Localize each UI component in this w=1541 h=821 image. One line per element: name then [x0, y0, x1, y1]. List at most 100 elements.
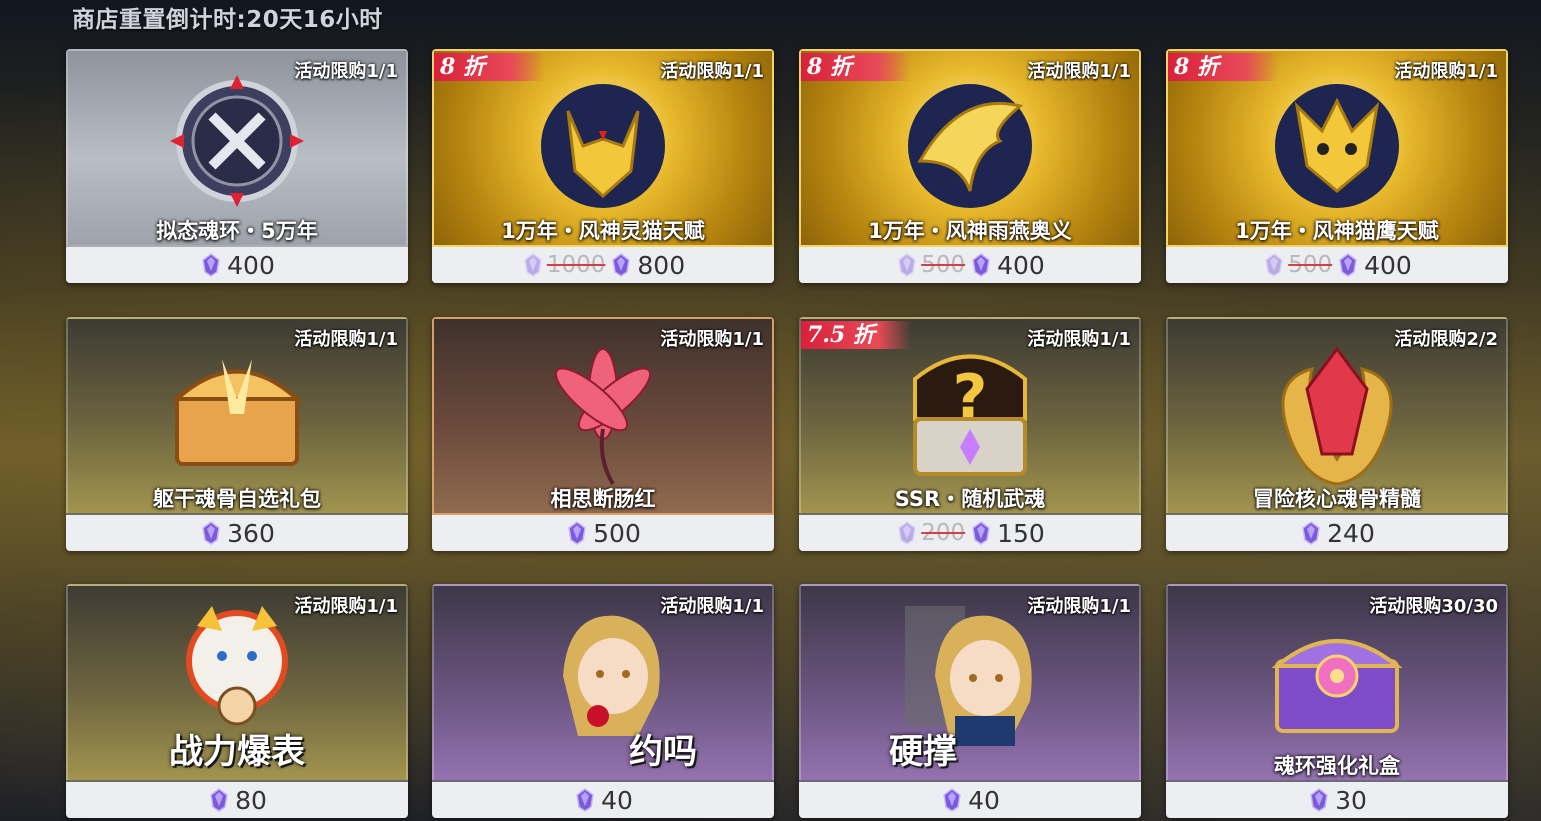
price-value: 360 — [227, 518, 275, 548]
purchase-limit-label: 活动限购1/1 — [294, 596, 398, 617]
price-bar[interactable]: 200 150 — [799, 515, 1141, 551]
price-bar[interactable]: 1000 800 — [432, 247, 774, 283]
soul-gem-icon — [1339, 253, 1357, 277]
soul-gem-icon — [202, 253, 220, 277]
price-value: 240 — [1327, 518, 1375, 548]
soul-gem-icon — [943, 788, 961, 812]
price-bar[interactable]: 40 — [799, 782, 1141, 818]
price-bar[interactable]: 360 — [66, 515, 408, 551]
item-art: 活动限购1/1 相思断肠红 — [432, 317, 774, 515]
tiger-sticker-icon — [152, 606, 322, 740]
item-name: SSR・随机武魂 — [894, 487, 1046, 511]
price-bar[interactable]: 400 — [66, 247, 408, 283]
discount-badge: 8 折 — [434, 53, 544, 81]
price-value: 30 — [1335, 785, 1367, 815]
shop-item-card[interactable]: 活动限购1/1 约吗 40 — [432, 584, 774, 818]
price-value: 150 — [997, 518, 1045, 548]
discount-badge: 8 折 — [801, 53, 911, 81]
shop-item-card[interactable]: 8 折 活动限购1/1 1万年・风神猫鹰天赋 500 400 — [1166, 49, 1508, 283]
soul-gem-icon — [898, 521, 917, 545]
item-name: 1万年・风神雨燕奥义 — [868, 219, 1072, 243]
item-art: 8 折 活动限购1/1 1万年・风神雨燕奥义 — [799, 49, 1141, 247]
red-crystal-icon — [1252, 339, 1422, 493]
spirit-cat-icon — [513, 71, 693, 225]
item-name: 相思断肠红 — [550, 487, 656, 511]
price-bar[interactable]: 240 — [1166, 515, 1508, 551]
red-flower-icon — [518, 339, 688, 493]
purchase-limit-label: 活动限购1/1 — [1027, 61, 1131, 82]
purchase-limit-label: 活动限购1/1 — [1027, 329, 1131, 350]
soul-gem-icon — [210, 788, 228, 812]
soul-gem-icon — [612, 253, 631, 277]
soul-gem-icon — [524, 253, 542, 277]
soul-gem-icon — [972, 521, 990, 545]
item-art: 活动限购1/1 硬撑 — [799, 584, 1141, 782]
item-name: 战力爆表 — [169, 732, 305, 772]
item-name: 约吗 — [629, 732, 697, 772]
item-name: 1万年・风神灵猫天赋 — [501, 219, 705, 243]
item-name: 魂环强化礼盒 — [1274, 754, 1400, 778]
shop-item-card[interactable]: 8 折 活动限购1/1 1万年・风神灵猫天赋 1000 800 — [432, 49, 774, 283]
price-bar[interactable]: 40 — [432, 782, 774, 818]
purchase-limit-label: 活动限购1/1 — [660, 596, 764, 617]
item-art: 8 折 活动限购1/1 1万年・风神灵猫天赋 — [432, 49, 774, 247]
original-price-value: 500 — [1288, 252, 1333, 278]
original-price-value: 1000 — [546, 252, 606, 278]
purchase-limit-label: 活动限购1/1 — [294, 329, 398, 350]
price-value: 400 — [1364, 250, 1412, 280]
original-price: 500 — [895, 252, 965, 278]
soul-gem-icon — [898, 253, 917, 277]
price-bar[interactable]: 30 — [1166, 782, 1508, 818]
item-name: 拟态魂环・5万年 — [156, 219, 318, 243]
item-art: 活动限购1/1 躯干魂骨自选礼包 — [66, 317, 408, 515]
item-art: ? 7.5 折 活动限购1/1 SSR・随机武魂 — [799, 317, 1141, 515]
purchase-limit-label: 活动限购30/30 — [1369, 596, 1498, 617]
mystery-chest-icon: ? — [885, 339, 1055, 493]
purchase-limit-label: 活动限购2/2 — [1394, 329, 1498, 350]
treasure-chest-icon — [152, 339, 322, 483]
item-art: 8 折 活动限购1/1 1万年・风神猫鹰天赋 — [1166, 49, 1508, 247]
shop-item-card[interactable]: 活动限购30/30 魂环强化礼盒 30 — [1166, 584, 1508, 818]
soul-gem-icon — [202, 521, 220, 545]
item-art: 活动限购2/2 冒险核心魂骨精髓 — [1166, 317, 1508, 515]
item-art: 活动限购30/30 魂环强化礼盒 — [1166, 584, 1508, 782]
price-value: 80 — [235, 785, 267, 815]
price-value: 500 — [593, 518, 641, 548]
purchase-limit-label: 活动限购1/1 — [1027, 596, 1131, 617]
shop-item-card[interactable]: ? 7.5 折 活动限购1/1 SSR・随机武魂 200 150 — [799, 317, 1141, 551]
item-name: 冒险核心魂骨精髓 — [1253, 487, 1421, 511]
original-price-value: 500 — [921, 252, 966, 278]
item-art: 活动限购1/1 拟态魂环・5万年 — [66, 49, 408, 247]
discount-badge: 7.5 折 — [801, 321, 911, 349]
price-bar[interactable]: 500 400 — [1166, 247, 1508, 283]
original-price-value: 200 — [921, 520, 966, 546]
item-name: 1万年・风神猫鹰天赋 — [1235, 219, 1439, 243]
price-bar[interactable]: 80 — [66, 782, 408, 818]
swallow-icon — [880, 71, 1060, 225]
item-name: 躯干魂骨自选礼包 — [153, 487, 321, 511]
soul-gem-icon — [1265, 253, 1284, 277]
price-bar[interactable]: 500 400 — [799, 247, 1141, 283]
price-bar[interactable]: 500 — [432, 515, 774, 551]
original-price: 500 — [1262, 252, 1332, 278]
soul-gem-icon — [1302, 521, 1320, 545]
original-price: 1000 — [521, 252, 606, 278]
soul-ring-icon — [152, 71, 322, 215]
item-name: 硬撑 — [889, 732, 957, 772]
price-value: 400 — [227, 250, 275, 280]
shop-item-card[interactable]: 活动限购2/2 冒险核心魂骨精髓 240 — [1166, 317, 1508, 551]
shop-item-card[interactable]: 活动限购1/1 躯干魂骨自选礼包 360 — [66, 317, 408, 551]
shop-item-card[interactable]: 活动限购1/1 相思断肠红 500 — [432, 317, 774, 551]
purchase-limit-label: 活动限购1/1 — [660, 61, 764, 82]
shop-item-card[interactable]: 活动限购1/1 拟态魂环・5万年 400 — [66, 49, 408, 283]
purchase-limit-label: 活动限购1/1 — [660, 329, 764, 350]
purchase-limit-label: 活动限购1/1 — [294, 61, 398, 82]
soul-gem-icon — [1310, 788, 1328, 812]
owl-icon — [1247, 71, 1427, 225]
price-value: 40 — [968, 785, 1000, 815]
shop-item-card[interactable]: 活动限购1/1 战力爆表 80 — [66, 584, 408, 818]
shop-item-card[interactable]: 8 折 活动限购1/1 1万年・风神雨燕奥义 500 400 — [799, 49, 1141, 283]
shop-item-card[interactable]: 活动限购1/1 硬撑 40 — [799, 584, 1141, 818]
shop-grid: 活动限购1/1 拟态魂环・5万年 400 8 折活动限购1/1 1万年・风神灵猫天赋 … — [0, 0, 1541, 821]
soul-gem-icon — [972, 253, 990, 277]
